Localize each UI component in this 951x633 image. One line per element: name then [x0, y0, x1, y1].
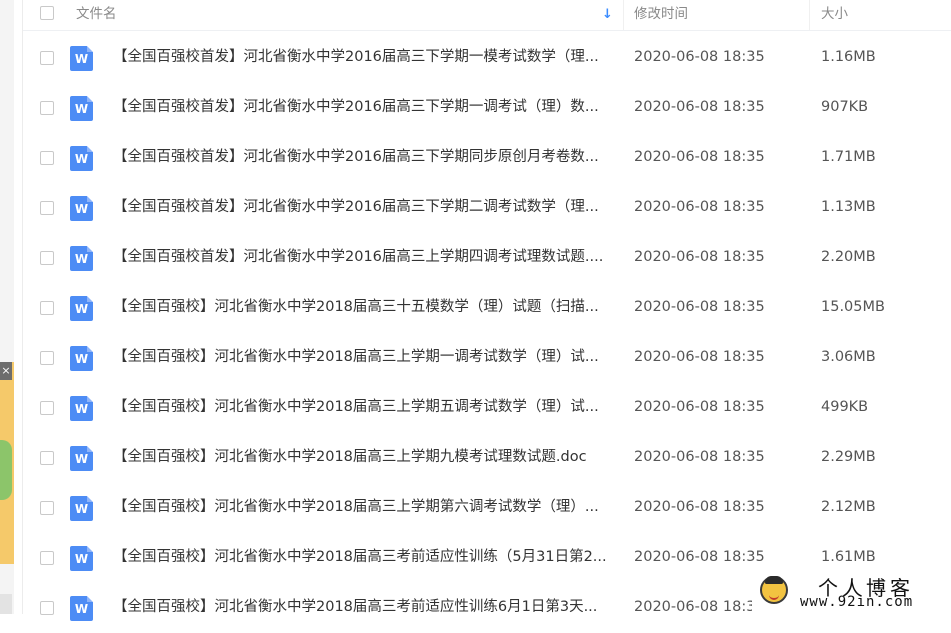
file-size: 1.16MB — [821, 49, 876, 65]
select-all-checkbox[interactable] — [40, 6, 54, 20]
row-checkbox[interactable] — [40, 301, 54, 315]
file-size: 2.12MB — [821, 499, 876, 515]
file-name-link[interactable]: 【全国百强校】河北省衡水中学2018届高三十五模数学（理）试题（扫描... — [113, 283, 613, 333]
file-row[interactable]: W 【全国百强校首发】河北省衡水中学2016届高三下学期一模考试数学（理... … — [23, 33, 951, 83]
file-size: 1.71MB — [821, 149, 876, 165]
file-modified-time: 2020-06-08 18:35 — [634, 199, 765, 215]
file-modified-time: 2020-06-08 18:35 — [634, 499, 765, 515]
row-checkbox[interactable] — [40, 501, 54, 515]
file-modified-time: 2020-06-08 18:35 — [634, 49, 765, 65]
file-name-link[interactable]: 【全国百强校首发】河北省衡水中学2016届高三上学期四调考试理数试题.... — [113, 233, 613, 283]
row-checkbox[interactable] — [40, 401, 54, 415]
word-doc-icon: W — [70, 346, 93, 371]
file-modified-time: 2020-06-08 18:35 — [634, 349, 765, 365]
column-divider[interactable] — [809, 0, 810, 30]
file-row[interactable]: W 【全国百强校】河北省衡水中学2018届高三十五模数学（理）试题（扫描... … — [23, 283, 951, 333]
blog-watermark: 个人博客 www.92in.com — [752, 570, 951, 614]
file-name-link[interactable]: 【全国百强校】河北省衡水中学2018届高三上学期一调考试数学（理）试... — [113, 333, 613, 383]
file-name-link[interactable]: 【全国百强校】河北省衡水中学2018届高三上学期五调考试数学（理）试... — [113, 383, 613, 433]
file-list-header: 文件名 ↓ 修改时间 大小 — [23, 0, 951, 31]
word-doc-icon: W — [70, 296, 93, 321]
word-doc-icon: W — [70, 246, 93, 271]
file-row[interactable]: W 【全国百强校首发】河北省衡水中学2016届高三上学期四调考试理数试题....… — [23, 233, 951, 283]
file-modified-time: 2020-06-08 18:35 — [634, 599, 765, 615]
file-size: 15.05MB — [821, 299, 885, 315]
file-row[interactable]: W 【全国百强校】河北省衡水中学2018届高三上学期一调考试数学（理）试... … — [23, 333, 951, 383]
file-size: 1.13MB — [821, 199, 876, 215]
file-row[interactable]: W 【全国百强校首发】河北省衡水中学2016届高三下学期同步原创月考卷数... … — [23, 133, 951, 183]
word-doc-icon: W — [70, 46, 93, 71]
file-name-link[interactable]: 【全国百强校】河北省衡水中学2018届高三上学期九模考试理数试题.doc — [113, 433, 613, 483]
file-row[interactable]: W 【全国百强校】河北省衡水中学2018届高三上学期五调考试数学（理）试... … — [23, 383, 951, 433]
file-modified-time: 2020-06-08 18:35 — [634, 449, 765, 465]
file-name-link[interactable]: 【全国百强校】河北省衡水中学2018届高三考前适应性训练（5月31日第2... — [113, 533, 613, 583]
file-name-link[interactable]: 【全国百强校首发】河北省衡水中学2016届高三下学期一模考试数学（理... — [113, 33, 613, 83]
file-name-link[interactable]: 【全国百强校首发】河北省衡水中学2016届高三下学期一调考试（理）数... — [113, 83, 613, 133]
file-size: 3.06MB — [821, 349, 876, 365]
watermark-url: www.92in.com — [800, 594, 914, 610]
row-checkbox[interactable] — [40, 101, 54, 115]
row-checkbox[interactable] — [40, 151, 54, 165]
file-name-link[interactable]: 【全国百强校首发】河北省衡水中学2016届高三下学期二调考试数学（理... — [113, 183, 613, 233]
arrow-down-icon[interactable]: ↓ — [602, 7, 613, 22]
file-modified-time: 2020-06-08 18:35 — [634, 249, 765, 265]
row-checkbox[interactable] — [40, 451, 54, 465]
file-size: 907KB — [821, 99, 869, 115]
cartoon-face-icon — [760, 576, 788, 604]
file-modified-time: 2020-06-08 18:35 — [634, 149, 765, 165]
row-checkbox[interactable] — [40, 51, 54, 65]
word-doc-icon: W — [70, 596, 93, 621]
row-checkbox[interactable] — [40, 351, 54, 365]
file-row[interactable]: W 【全国百强校首发】河北省衡水中学2016届高三下学期一调考试（理）数... … — [23, 83, 951, 133]
row-checkbox[interactable] — [40, 551, 54, 565]
word-doc-icon: W — [70, 446, 93, 471]
ad-close-icon[interactable]: × — [0, 362, 12, 380]
word-doc-icon: W — [70, 146, 93, 171]
file-modified-time: 2020-06-08 18:35 — [634, 549, 765, 565]
file-size: 2.20MB — [821, 249, 876, 265]
word-doc-icon: W — [70, 496, 93, 521]
column-divider[interactable] — [623, 0, 624, 30]
row-checkbox[interactable] — [40, 601, 54, 615]
side-ad-bottom — [0, 594, 12, 614]
word-doc-icon: W — [70, 546, 93, 571]
file-row[interactable]: W 【全国百强校首发】河北省衡水中学2016届高三下学期二调考试数学（理... … — [23, 183, 951, 233]
file-modified-time: 2020-06-08 18:35 — [634, 299, 765, 315]
file-modified-time: 2020-06-08 18:35 — [634, 99, 765, 115]
column-name-header[interactable]: 文件名 — [76, 0, 117, 30]
file-name-link[interactable]: 【全国百强校】河北省衡水中学2018届高三考前适应性训练6月1日第3天... — [113, 583, 613, 633]
word-doc-icon: W — [70, 96, 93, 121]
word-doc-icon: W — [70, 196, 93, 221]
word-doc-icon: W — [70, 396, 93, 421]
file-size: 499KB — [821, 399, 869, 415]
file-size: 2.29MB — [821, 449, 876, 465]
file-row[interactable]: W 【全国百强校】河北省衡水中学2018届高三上学期第六调考试数学（理）... … — [23, 483, 951, 533]
row-checkbox[interactable] — [40, 251, 54, 265]
ad-leaf-graphic — [0, 440, 12, 500]
file-name-link[interactable]: 【全国百强校首发】河北省衡水中学2016届高三下学期同步原创月考卷数... — [113, 133, 613, 183]
file-name-link[interactable]: 【全国百强校】河北省衡水中学2018届高三上学期第六调考试数学（理）... — [113, 483, 613, 533]
file-row[interactable]: W 【全国百强校】河北省衡水中学2018届高三上学期九模考试理数试题.doc 2… — [23, 433, 951, 483]
column-size-header[interactable]: 大小 — [821, 0, 848, 30]
row-checkbox[interactable] — [40, 201, 54, 215]
column-modified-header[interactable]: 修改时间 — [634, 0, 688, 30]
file-modified-time: 2020-06-08 18:35 — [634, 399, 765, 415]
